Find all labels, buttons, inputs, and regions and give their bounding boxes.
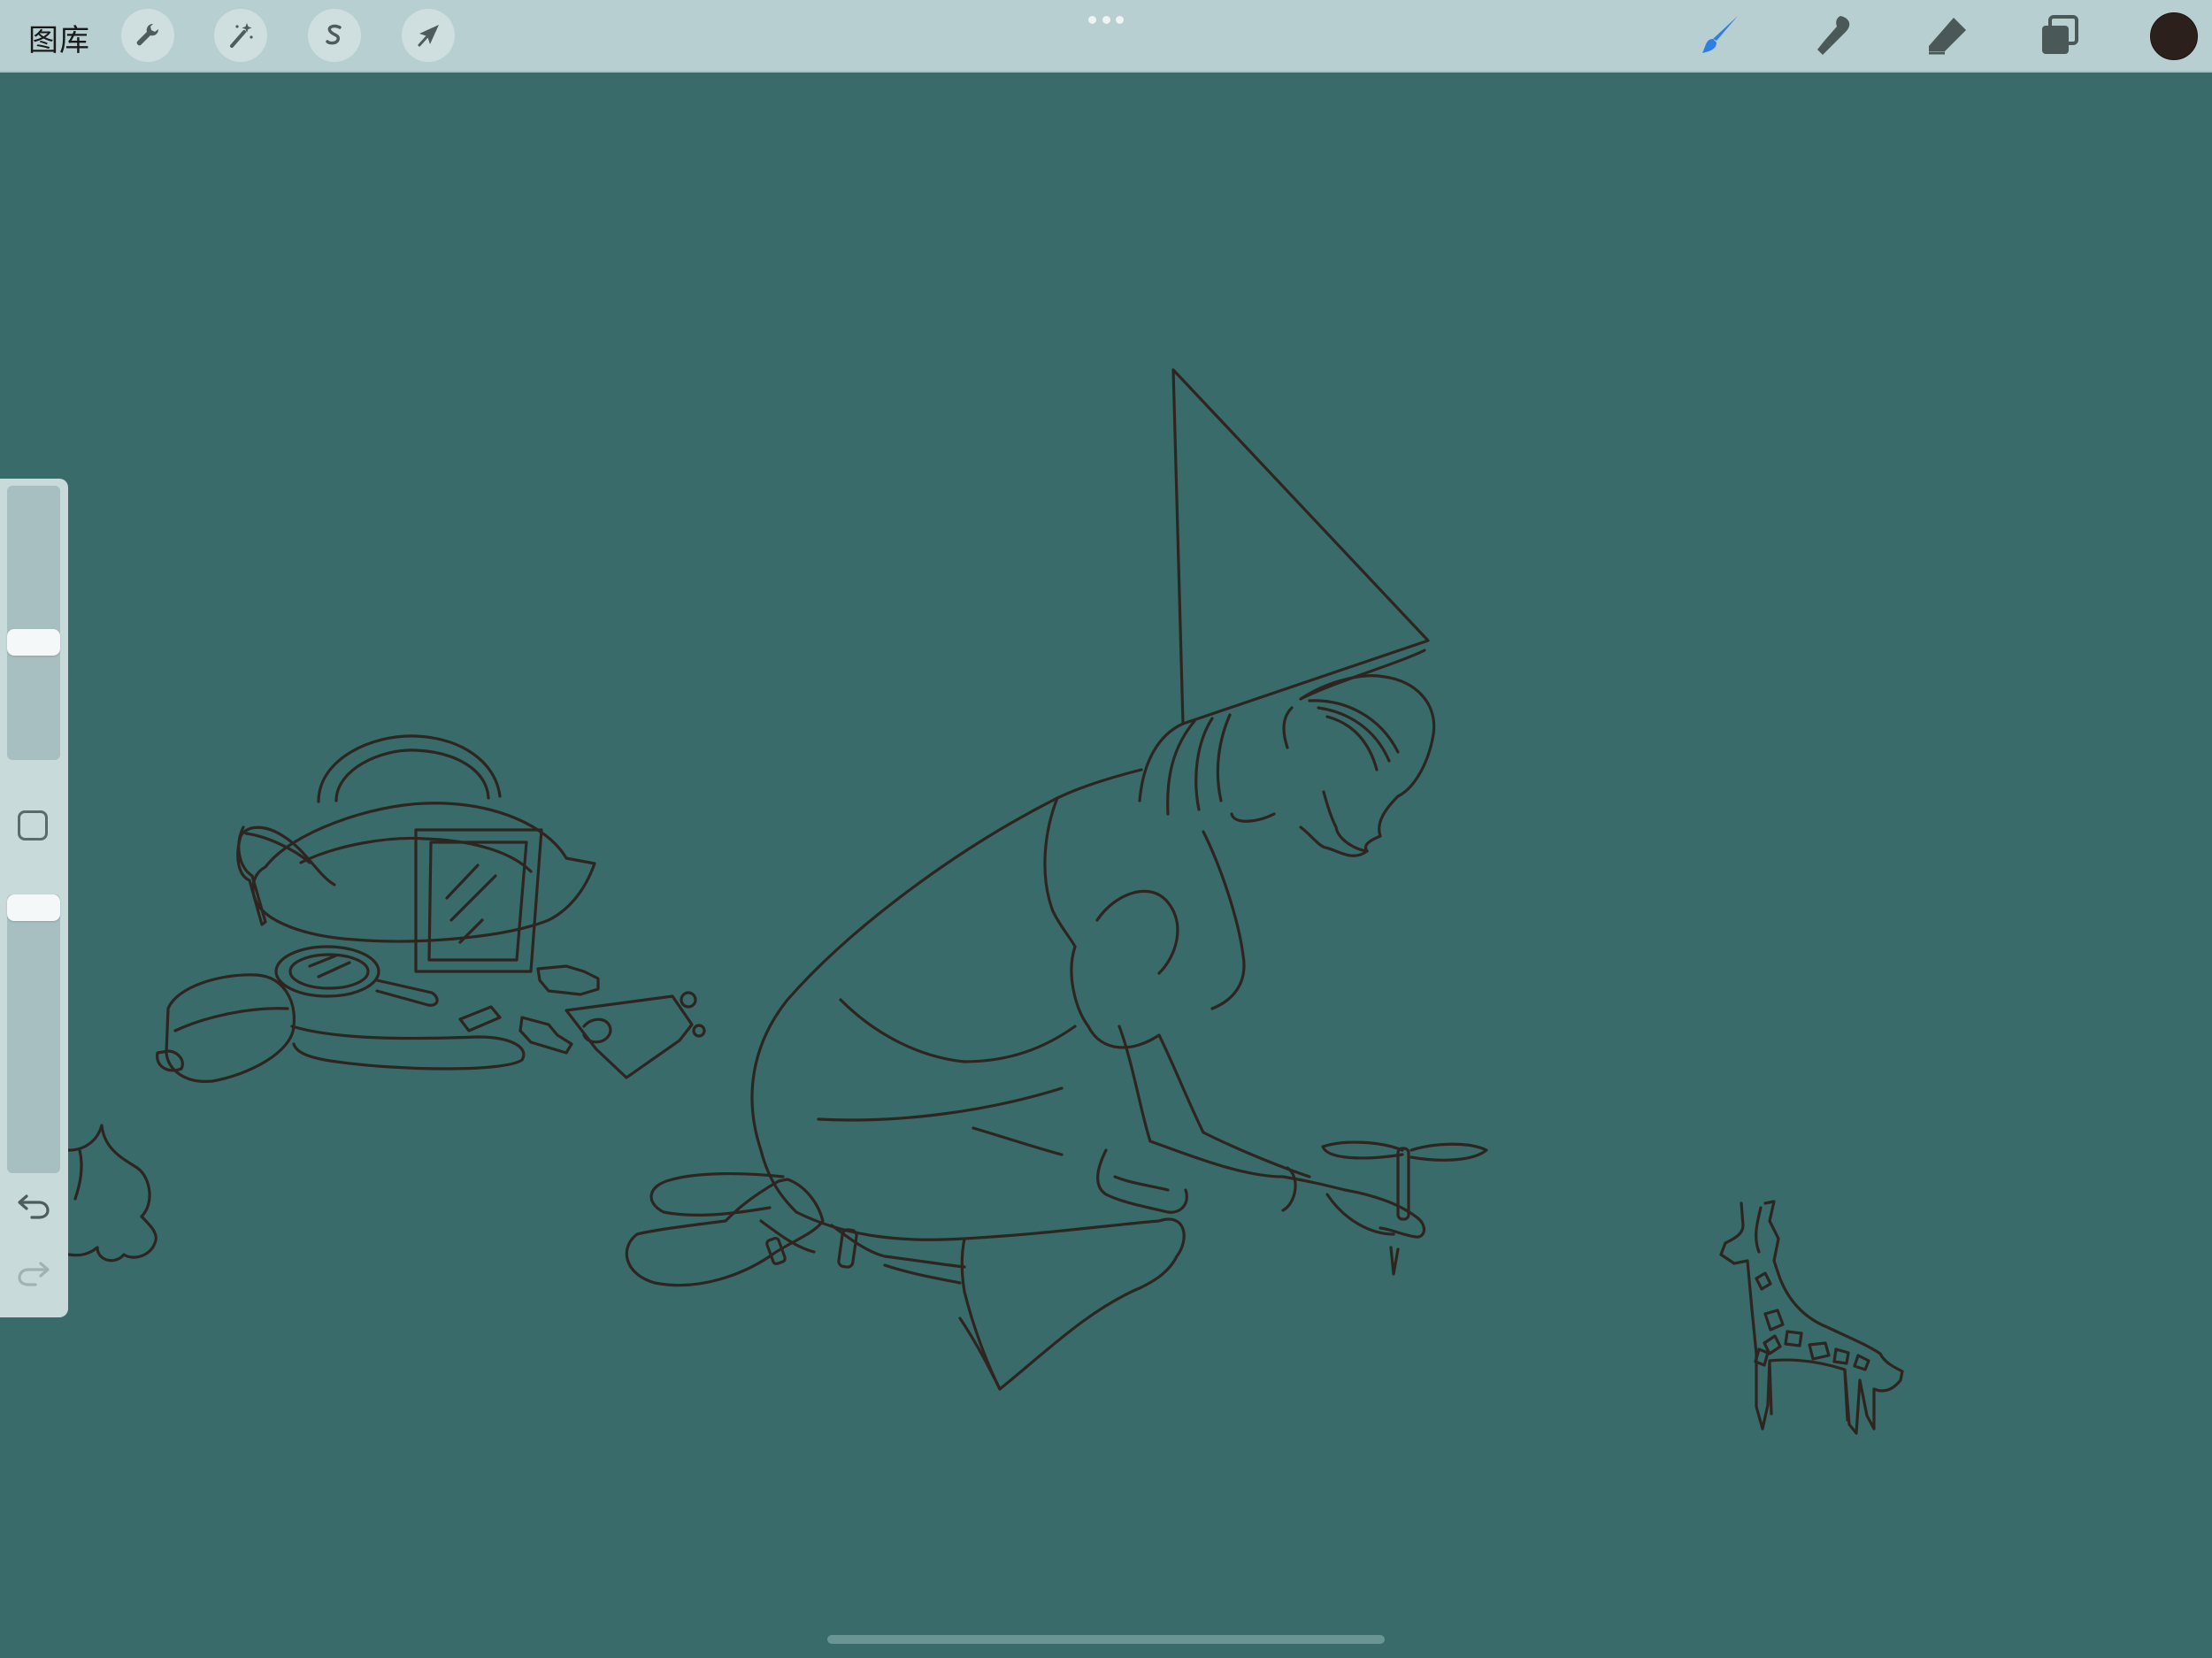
transform-button[interactable]	[402, 9, 455, 62]
brush-size-slider[interactable]	[7, 486, 60, 760]
brush-size-slider-thumb[interactable]	[7, 629, 60, 656]
opacity-slider-thumb[interactable]	[7, 894, 60, 921]
selection-icon	[326, 24, 342, 45]
undo-icon	[18, 1194, 50, 1219]
girl-figure	[625, 368, 1488, 1391]
line-art-drawing	[67, 368, 1904, 1435]
undo-button[interactable]	[14, 1188, 53, 1224]
home-indicator[interactable]	[827, 1635, 1385, 1644]
brush-icon	[1702, 16, 1738, 53]
partial-figure	[67, 1124, 157, 1263]
left-sidebar	[0, 479, 68, 1317]
adjustments-button[interactable]	[214, 9, 267, 62]
magic-wand-icon	[230, 23, 253, 48]
layers-button[interactable]	[2035, 11, 2085, 60]
redo-button[interactable]	[14, 1255, 53, 1291]
paint-tool-button[interactable]	[1695, 11, 1745, 60]
dot	[1116, 16, 1124, 24]
gallery-button[interactable]: 图库	[28, 16, 90, 59]
redo-icon	[18, 1262, 50, 1286]
modify-button[interactable]	[18, 810, 48, 841]
bag-and-items	[156, 734, 706, 1083]
erase-tool-button[interactable]	[1922, 11, 1971, 60]
dot	[1102, 16, 1110, 24]
smudge-icon	[1817, 16, 1850, 55]
top-toolbar: 图库	[0, 0, 2212, 73]
dot	[1088, 16, 1096, 24]
actions-button[interactable]	[121, 9, 174, 62]
opacity-slider[interactable]	[7, 894, 60, 1173]
arrow-cursor-icon	[418, 25, 439, 47]
layers-icon	[2042, 15, 2078, 54]
drawing-canvas[interactable]	[0, 73, 2212, 1658]
eraser-icon	[1929, 18, 1966, 55]
more-options-handle[interactable]	[1088, 16, 1124, 25]
smudge-tool-button[interactable]	[1809, 11, 1858, 60]
wrench-icon	[136, 23, 159, 46]
giraffe-figure	[1719, 1200, 1904, 1435]
selection-button[interactable]	[308, 9, 361, 62]
color-picker-button[interactable]	[2150, 12, 2198, 60]
